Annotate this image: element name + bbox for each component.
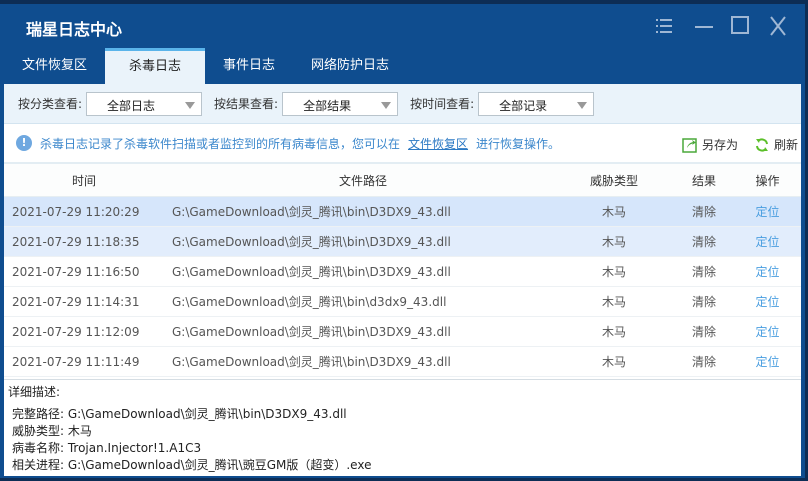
time-value: 全部记录 [499,98,548,113]
refresh-label: 刷新 [774,138,799,152]
cell-time: 2021-07-29 11:14:31 [12,294,140,309]
cell-threat-type: 木马 [601,205,626,219]
detail-panel: 详细描述: 完整路径: G:\GameDownload\剑灵_腾讯\bin\D3… [4,379,801,476]
detail-virus-name: 病毒名称: Trojan.Injector!1.A1C3 [12,441,202,455]
maximize-icon[interactable] [728,14,752,38]
dropdown-arrow-icon [577,101,588,109]
export-icon [682,137,697,153]
cell-time: 2021-07-29 11:18:35 [12,234,140,249]
cell-threat-type: 木马 [601,265,626,279]
category-select[interactable]: 全部日志 [86,91,203,116]
info-message: 杀毒日志记录了杀毒软件扫描或者监控到的所有病毒信息，您可以在 [40,136,401,151]
save-as-button[interactable]: 另存为 [682,136,738,153]
filter-bar: 按分类查看: 全部日志 按结果查看: 全部结果 按时间查看: 全部记录 [4,84,801,124]
header-threat-type: 威胁类型 [589,173,638,188]
table-row[interactable]: 2021-07-29 11:14:31 G:\GameDownload\剑灵_腾讯… [4,287,801,317]
cell-path: G:\GameDownload\剑灵_腾讯\bin\D3DX9_43.dll [172,205,451,219]
minimize-icon[interactable] [692,14,716,38]
menu-icon[interactable] [652,14,676,38]
detail-heading: 详细描述: [8,385,61,399]
tab-bar: 文件恢复区 杀毒日志 事件日志 网络防护日志 [4,48,407,84]
result-filter-label: 按结果查看: [214,97,279,111]
cell-time: 2021-07-29 11:16:50 [12,264,140,279]
header-action: 操作 [755,173,780,188]
cell-time: 2021-07-29 11:12:09 [12,324,140,339]
result-select[interactable]: 全部结果 [282,91,399,116]
cell-threat-type: 木马 [601,355,626,369]
result-value: 全部结果 [303,98,352,113]
cell-time: 2021-07-29 11:11:49 [12,354,140,369]
cell-threat-type: 木马 [601,325,626,339]
detail-process: 相关进程: G:\GameDownload\剑灵_腾讯\豌豆GM版（超变）.ex… [12,458,372,472]
cell-path: G:\GameDownload\剑灵_腾讯\bin\D3DX9_43.dll [172,265,451,279]
dropdown-arrow-icon [381,101,392,109]
content: 按分类查看: 全部日志 按结果查看: 全部结果 按时间查看: 全部记录 ! 杀毒… [4,84,801,476]
cell-threat-type: 木马 [601,295,626,309]
file-recovery-link[interactable]: 文件恢复区 [408,135,468,152]
cell-path: G:\GameDownload\剑灵_腾讯\bin\D3DX9_43.dll [172,235,451,249]
table-row[interactable]: 2021-07-29 11:11:49 G:\GameDownload\剑灵_腾讯… [4,347,801,377]
close-icon[interactable] [766,14,790,38]
table-row[interactable]: 2021-07-29 11:12:09 G:\GameDownload\剑灵_腾讯… [4,317,801,347]
info-bar: ! 杀毒日志记录了杀毒软件扫描或者监控到的所有病毒信息，您可以在 文件恢复区 进… [4,124,801,164]
time-filter-label: 按时间查看: [410,97,475,111]
header-path: 文件路径 [338,173,387,188]
tab-network-log[interactable]: 网络防护日志 [293,48,407,84]
dropdown-arrow-icon [185,101,196,109]
cell-result: 清除 [691,235,716,249]
save-as-label: 另存为 [702,138,739,152]
locate-link[interactable]: 定位 [734,323,801,340]
category-value: 全部日志 [107,98,156,113]
locate-link[interactable]: 定位 [734,203,801,220]
cell-result: 清除 [691,355,716,369]
locate-link[interactable]: 定位 [734,233,801,250]
cell-time: 2021-07-29 11:20:29 [12,204,140,219]
locate-link[interactable]: 定位 [734,293,801,310]
info-icon: ! [16,135,32,151]
locate-link[interactable]: 定位 [734,263,801,280]
tab-file-recovery[interactable]: 文件恢复区 [4,48,105,84]
cell-result: 清除 [691,265,716,279]
cell-path: G:\GameDownload\剑灵_腾讯\bin\D3DX9_43.dll [172,325,451,339]
window-title: 瑞星日志中心 [26,20,123,39]
detail-full-path: 完整路径: G:\GameDownload\剑灵_腾讯\bin\D3DX9_43… [12,407,347,421]
table-header: 时间 文件路径 威胁类型 结果 操作 [4,164,801,197]
table-row[interactable]: 2021-07-29 11:18:35 G:\GameDownload\剑灵_腾讯… [4,227,801,257]
cell-path: G:\GameDownload\剑灵_腾讯\bin\d3dx9_43.dll [172,295,447,309]
category-filter-label: 按分类查看: [18,97,83,111]
table-row[interactable]: 2021-07-29 11:20:29 G:\GameDownload\剑灵_腾讯… [4,197,801,227]
time-select[interactable]: 全部记录 [478,91,595,116]
cell-result: 清除 [691,325,716,339]
tab-antivirus-log[interactable]: 杀毒日志 [105,48,206,84]
cell-path: G:\GameDownload\剑灵_腾讯\bin\D3DX9_43.dll [172,355,451,369]
log-table: 2021-07-29 11:20:29 G:\GameDownload\剑灵_腾讯… [4,197,801,377]
refresh-icon [756,137,768,152]
locate-link[interactable]: 定位 [734,353,801,370]
header-time: 时间 [71,173,96,188]
tab-event-log[interactable]: 事件日志 [205,48,293,84]
title-bar: 瑞星日志中心 [0,4,805,48]
log-center-window: 瑞星日志中心 文件恢复区 杀毒日志 事件日志 网络防护日志 按分类查看: 全部日… [0,4,805,478]
cell-result: 清除 [691,205,716,219]
cell-result: 清除 [691,295,716,309]
detail-threat-type: 威胁类型: 木马 [12,424,92,438]
header-result: 结果 [691,173,716,188]
table-row[interactable]: 2021-07-29 11:16:50 G:\GameDownload\剑灵_腾讯… [4,257,801,287]
cell-threat-type: 木马 [601,235,626,249]
info-suffix: 进行恢复操作。 [476,136,561,151]
refresh-button[interactable]: 刷新 [754,136,798,153]
